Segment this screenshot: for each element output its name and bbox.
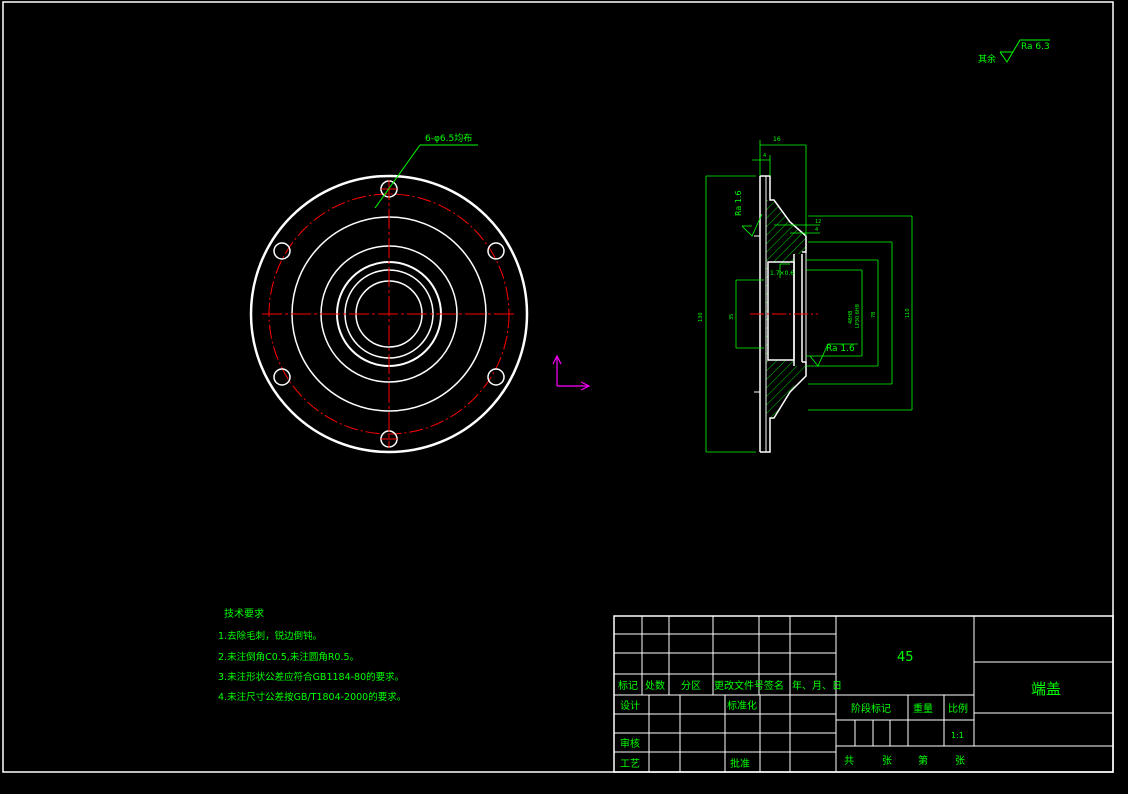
default-roughness: 其余 Ra 6.3 — [978, 39, 1050, 65]
label-sheet-no: 第 — [918, 754, 928, 767]
rev-header-mark: 标记 — [618, 680, 638, 692]
dim-top-width: 16 — [773, 136, 781, 143]
label-scale: 比例 — [948, 702, 968, 715]
label-design: 设计 — [620, 699, 640, 712]
roughness-face-2: Ra 1.6 — [826, 344, 855, 354]
cad-drawing: 其余 Ra 6.3 6-φ6.5均布 16 4 12 4 1.7×0.6 Ra … — [2, 1, 1114, 773]
tech-req-item-2: 2.未注倒角C0.5,未注圆角R0.5。 — [218, 651, 359, 663]
label-weight: 重量 — [913, 702, 933, 715]
roughness-default-value: Ra 6.3 — [1021, 42, 1050, 52]
dim-right-b: 78 — [871, 312, 877, 318]
label-approve: 批准 — [730, 757, 750, 770]
title-block: 标记 处数 分区 更改文件号 签名 年、月、日 设计 标准化 审核 工艺 批准 … — [613, 615, 1114, 773]
rev-header-count: 处数 — [645, 679, 665, 692]
dim-right-a2: LP30.6H8 — [855, 304, 861, 328]
hole-callout: 6-φ6.5均布 — [425, 132, 472, 144]
dim-right-c: 110 — [905, 308, 911, 318]
sheet-border — [2, 1, 1114, 773]
dim-top-small: 4 — [763, 153, 766, 159]
tech-requirements: 技术要求 1.去除毛刺，锐边倒钝。 2.未注倒角C0.5,未注圆角R0.5。 3… — [218, 607, 406, 703]
dim-right-a: 48H8 — [848, 311, 854, 324]
roughness-face-1: Ra 1.6 — [734, 190, 743, 216]
label-stage-mark: 阶段标记 — [851, 702, 891, 715]
dim-left-inner: 35 — [729, 314, 735, 320]
tech-req-item-3: 3.未注形状公差应符合GB1184-80的要求。 — [218, 671, 404, 683]
label-total: 共 — [844, 755, 854, 767]
part-name: 端盖 — [1031, 680, 1061, 698]
material: 45 — [897, 650, 914, 665]
dim-step-b: 4 — [815, 227, 818, 233]
label-process: 工艺 — [620, 758, 640, 770]
label-sheets: 张 — [882, 755, 892, 767]
tech-req-title: 技术要求 — [224, 607, 264, 620]
scale-value: 1:1 — [951, 731, 964, 740]
dim-left-total: 130 — [698, 312, 704, 322]
rev-header-zone: 分区 — [681, 680, 701, 692]
tech-req-item-1: 1.去除毛刺，锐边倒钝。 — [218, 630, 322, 642]
roughness-default-prefix: 其余 — [978, 53, 996, 65]
front-view: 6-φ6.5均布 — [249, 132, 529, 454]
rev-header-sign: 签名 — [764, 679, 784, 692]
label-sheet-no-unit: 张 — [955, 755, 965, 767]
rev-header-date: 年、月、日 — [792, 679, 842, 692]
tech-req-item-4: 4.未注尺寸公差按GB/T1804-2000的要求。 — [218, 691, 406, 703]
label-check: 审核 — [620, 737, 640, 750]
ucs-icon — [552, 354, 591, 391]
dim-step-a: 12 — [815, 219, 821, 225]
label-standardize: 标准化 — [727, 699, 757, 712]
dim-bore-len: 1.7×0.6 — [770, 270, 794, 277]
rev-header-docno: 更改文件号 — [714, 679, 764, 692]
section-view: 16 4 12 4 1.7×0.6 Ra 1.6 Ra 1.6 130 35 4… — [698, 136, 913, 453]
